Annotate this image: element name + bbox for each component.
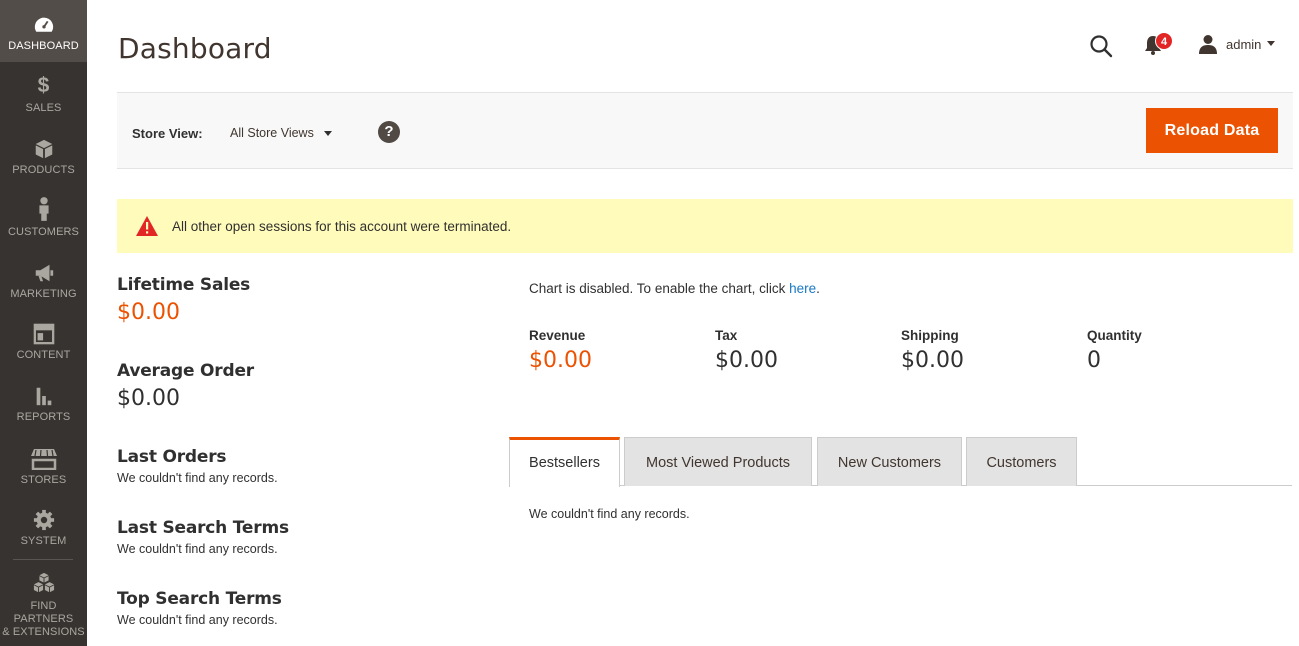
last-orders-title: Last Orders (117, 447, 227, 467)
nav-label: SYSTEM (20, 535, 67, 547)
revenue-value: $0.00 (529, 348, 592, 373)
nav-label: DASHBOARD (8, 40, 79, 52)
last-search-terms-title: Last Search Terms (117, 518, 289, 538)
average-order-value: $0.00 (117, 386, 180, 411)
tax-value: $0.00 (715, 348, 778, 373)
warning-icon (136, 216, 158, 236)
nav-customers[interactable]: CUSTOMERS (0, 186, 87, 248)
revenue-label: Revenue (529, 328, 586, 343)
nav-label: MARKETING (10, 288, 77, 300)
reload-data-button[interactable]: Reload Data (1146, 108, 1278, 153)
nav-marketing[interactable]: MARKETING (0, 248, 87, 310)
nav-divider (13, 559, 73, 560)
nav-find-partners[interactable]: FIND PARTNERS & EXTENSIONS (0, 562, 87, 646)
caret-down-icon (323, 130, 332, 136)
box-icon (35, 139, 52, 159)
notification-count-badge[interactable]: 4 (1155, 32, 1173, 50)
average-order-label: Average Order (117, 361, 254, 381)
notice-text: All other open sessions for this account… (172, 219, 512, 234)
store-view-switcher[interactable]: All Store Views (230, 126, 332, 140)
session-notice: All other open sessions for this account… (117, 199, 1293, 253)
page-title: Dashboard (118, 32, 272, 65)
tax-label: Tax (715, 328, 738, 343)
gear-icon (33, 509, 54, 531)
last-orders-empty: We couldn't find any records. (117, 471, 278, 485)
admin-user-menu[interactable]: admin (1198, 33, 1276, 55)
admin-sidebar: DASHBOARD $ SALES PRODUCTS CUSTOMERS MAR… (0, 0, 87, 646)
nav-label: CONTENT (16, 349, 71, 361)
chart-message-prefix: Chart is disabled. To enable the chart, … (529, 281, 790, 296)
store-view-bar: Store View: All Store Views ? Reload Dat… (117, 92, 1293, 169)
nav-label: FIND PARTNERS (13, 600, 74, 625)
nav-products[interactable]: PRODUCTS (0, 124, 87, 186)
user-icon (1199, 35, 1217, 54)
shipping-label: Shipping (901, 328, 959, 343)
shipping-value: $0.00 (901, 348, 964, 373)
global-search-button[interactable] (1088, 33, 1114, 59)
quantity-value: 0 (1087, 348, 1101, 373)
nav-sales[interactable]: $ SALES (0, 62, 87, 124)
tab-content-empty: We couldn't find any records. (529, 507, 690, 521)
cubes-icon (33, 572, 54, 593)
nav-stores[interactable]: STORES (0, 434, 87, 496)
nav-system[interactable]: SYSTEM (0, 496, 87, 558)
user-name: admin (1226, 36, 1262, 52)
lifetime-sales-value: $0.00 (117, 300, 180, 325)
layout-icon (33, 323, 54, 345)
help-icon[interactable]: ? (378, 121, 400, 143)
bar-chart-icon (36, 387, 51, 406)
tab-bestsellers[interactable]: Bestsellers (509, 437, 620, 487)
dashboard-icon (34, 17, 53, 32)
nav-content[interactable]: CONTENT (0, 310, 87, 372)
tab-new-customers[interactable]: New Customers (817, 437, 962, 486)
lifetime-sales-label: Lifetime Sales (117, 275, 251, 295)
tab-customers[interactable]: Customers (966, 437, 1077, 486)
store-view-selected: All Store Views (230, 126, 314, 140)
dollar-icon: $ (37, 74, 50, 97)
nav-label: CUSTOMERS (8, 226, 79, 238)
nav-reports[interactable]: REPORTS (0, 372, 87, 434)
chart-message-suffix: . (816, 281, 820, 296)
chart-disabled-message: Chart is disabled. To enable the chart, … (529, 281, 820, 296)
enable-chart-link[interactable]: here (789, 281, 816, 296)
store-icon (30, 449, 57, 470)
nav-label: & EXTENSIONS (2, 626, 85, 638)
last-search-terms-empty: We couldn't find any records. (117, 542, 278, 556)
nav-label: REPORTS (16, 411, 71, 423)
nav-label: PRODUCTS (12, 164, 75, 176)
chevron-down-icon (1267, 41, 1276, 46)
megaphone-icon (35, 264, 53, 282)
search-icon (1090, 35, 1113, 58)
nav-dashboard[interactable]: DASHBOARD (0, 0, 87, 62)
top-search-terms-empty: We couldn't find any records. (117, 613, 278, 627)
tab-most-viewed-products[interactable]: Most Viewed Products (624, 437, 812, 486)
nav-label: STORES (20, 474, 67, 486)
store-view-label: Store View: (132, 126, 203, 141)
quantity-label: Quantity (1087, 328, 1142, 343)
person-icon (38, 197, 49, 221)
nav-label: SALES (25, 102, 62, 114)
top-search-terms-title: Top Search Terms (117, 589, 282, 609)
